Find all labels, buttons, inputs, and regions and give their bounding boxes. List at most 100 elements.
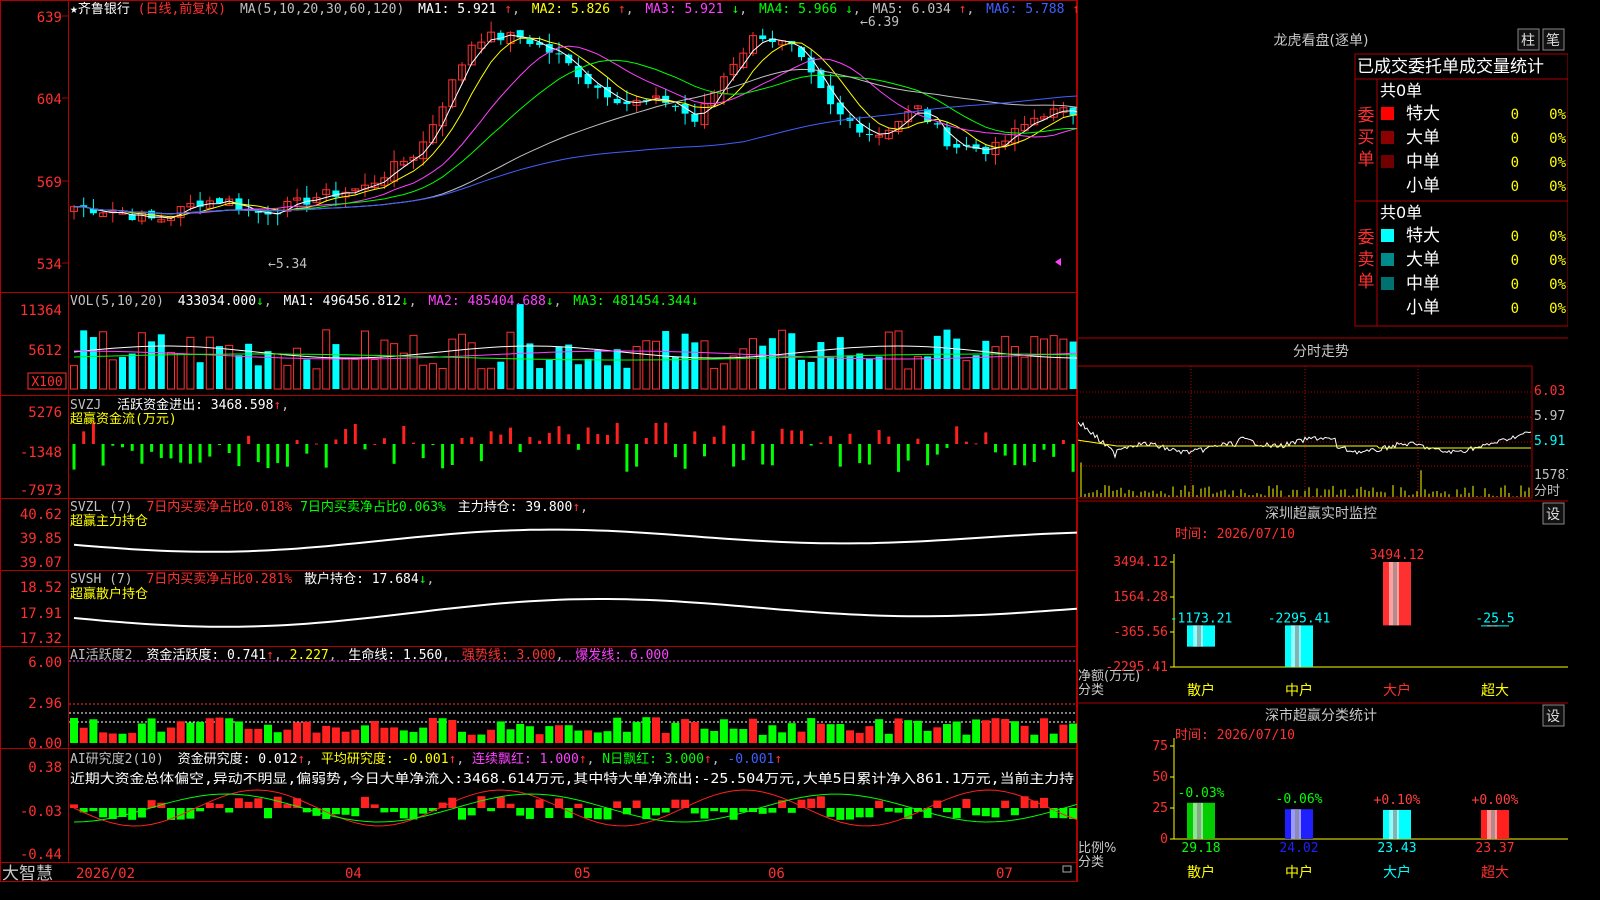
research-bar xyxy=(419,808,428,814)
flow-bar xyxy=(450,444,454,466)
activity-bar xyxy=(972,719,981,743)
flow-bar xyxy=(712,436,716,444)
research-bar xyxy=(477,796,486,808)
flow-bar xyxy=(1023,444,1027,466)
research-bar xyxy=(89,808,98,812)
monitor-settings-label[interactable]: 设 xyxy=(1546,507,1560,523)
activity-bar xyxy=(225,718,234,743)
flow-bar xyxy=(770,444,774,466)
flow-bar xyxy=(412,442,415,444)
x-axis-label: 07 xyxy=(996,866,1013,882)
svzl-subtitle: 超赢主力持仓 xyxy=(70,513,148,529)
candle-body xyxy=(953,144,961,148)
volume-bar xyxy=(225,344,234,390)
research-bar xyxy=(545,808,554,818)
volume-bar xyxy=(157,334,165,389)
sell-row-count: 0 xyxy=(1511,253,1519,269)
activity-bar xyxy=(506,729,515,743)
activity-bar xyxy=(186,722,195,743)
activity-bar xyxy=(894,718,903,743)
lock-icon[interactable] xyxy=(1062,865,1072,873)
activity-bar xyxy=(671,722,680,743)
svzl-header: SVZL (7) 7日内买卖净占比0.018% 7日内买卖净占比0.063% 主… xyxy=(70,499,588,515)
research-bar xyxy=(836,808,845,820)
flow-bar xyxy=(373,443,377,445)
volume-bars[interactable] xyxy=(70,304,1078,390)
classify-y-label: 比例% xyxy=(1078,841,1116,856)
low-annotation: ←5.34 xyxy=(268,257,307,272)
research-bar xyxy=(448,797,457,808)
flow-bar xyxy=(887,436,891,444)
buy-row-label: 大单 xyxy=(1406,128,1440,148)
flow-bar xyxy=(557,426,561,444)
activity-bar xyxy=(739,729,748,743)
sell-row-count: 0 xyxy=(1511,277,1519,293)
chart-value-label: -1173.21 xyxy=(1170,611,1233,626)
activity-bar xyxy=(244,728,253,743)
classify-title: 深市超赢分类统计 xyxy=(1265,707,1377,724)
research-bar xyxy=(487,808,496,812)
kline-chart-area[interactable]: 639 604 569 534 11364 5612 5276 -1348 -7… xyxy=(0,0,1077,882)
kline-chart-canvas[interactable]: 639 604 569 534 11364 5612 5276 -1348 -7… xyxy=(0,0,1077,882)
sell-row-label: 小单 xyxy=(1406,298,1440,318)
app-brand: 大智慧 xyxy=(2,864,53,882)
volume-bar xyxy=(196,362,204,389)
price-y-tick: 569 xyxy=(37,175,62,191)
activity-bar xyxy=(855,732,864,743)
research-bar xyxy=(234,798,243,808)
scroll-marker-icon[interactable] xyxy=(1055,258,1061,266)
flow-bar xyxy=(247,435,251,444)
activity-bar xyxy=(719,719,728,743)
chart-mode[interactable]: (日线,前复权) xyxy=(138,1,226,17)
activity-bar xyxy=(399,730,408,743)
classify-settings-label[interactable]: 设 xyxy=(1546,709,1560,725)
chart-bar-shade xyxy=(1295,625,1299,667)
ai2-summary: 近期大资金总体偏空,异动不明显,偏弱势,今日大单净流入:3468.614万元,其… xyxy=(70,771,1074,787)
buy-legend-swatch xyxy=(1381,131,1394,144)
activity-bar xyxy=(787,723,796,743)
monitor-time: 时间: 2026/07/10 xyxy=(1175,527,1295,542)
buy-row-count: 0 xyxy=(1511,155,1519,171)
chart-y-tick-label: 50 xyxy=(1152,770,1168,785)
vol-y-tick: 5612 xyxy=(28,343,62,359)
activity-bar xyxy=(1049,733,1058,743)
volume-bar xyxy=(749,338,757,390)
volume-bar xyxy=(953,338,961,389)
volume-bar xyxy=(798,359,805,389)
longhu-title: 龙虎看盘(逐单) xyxy=(1274,32,1369,49)
flow-bar xyxy=(1042,444,1046,450)
candle-body xyxy=(613,98,621,104)
volume-bar xyxy=(428,363,437,390)
activity-bar xyxy=(176,721,185,743)
research-bar xyxy=(943,808,951,813)
stock-name[interactable]: ★齐鲁银行 xyxy=(70,1,130,17)
flow-bar xyxy=(964,441,968,444)
activity-bar xyxy=(865,726,874,743)
flow-bar xyxy=(858,444,862,464)
buy-side-label: 单 xyxy=(1358,150,1375,170)
fenshi-panel[interactable]: 分时走势 6.03 5.97 5.91 15787 分时 xyxy=(1077,337,1568,499)
flow-bar xyxy=(285,444,289,467)
activity-bar xyxy=(574,730,583,743)
activity-bar xyxy=(933,727,942,743)
bar-mode-button-label[interactable]: 柱 xyxy=(1521,33,1535,49)
flow-bar xyxy=(848,433,852,444)
monitor-title: 深圳超赢实时监控 xyxy=(1265,505,1377,522)
activity-bar xyxy=(351,729,360,743)
tick-mode-button-label[interactable]: 笔 xyxy=(1546,33,1560,49)
flow-bar xyxy=(654,423,658,444)
svzj-y-tick: -1348 xyxy=(20,445,62,461)
volume-bar xyxy=(205,336,214,390)
volume-bar xyxy=(380,339,389,390)
activity-bar xyxy=(293,722,302,743)
volume-bar xyxy=(729,355,738,390)
flow-bar xyxy=(955,426,959,444)
volume-bar xyxy=(303,359,311,389)
volume-bar xyxy=(719,363,728,390)
chart-category-label: 中户 xyxy=(1285,682,1313,699)
retail-holding-line xyxy=(73,598,1077,628)
research-bar xyxy=(972,808,981,816)
sell-row-pct: 0% xyxy=(1549,277,1566,293)
research-bar xyxy=(99,808,108,818)
activity-bar xyxy=(118,733,127,743)
